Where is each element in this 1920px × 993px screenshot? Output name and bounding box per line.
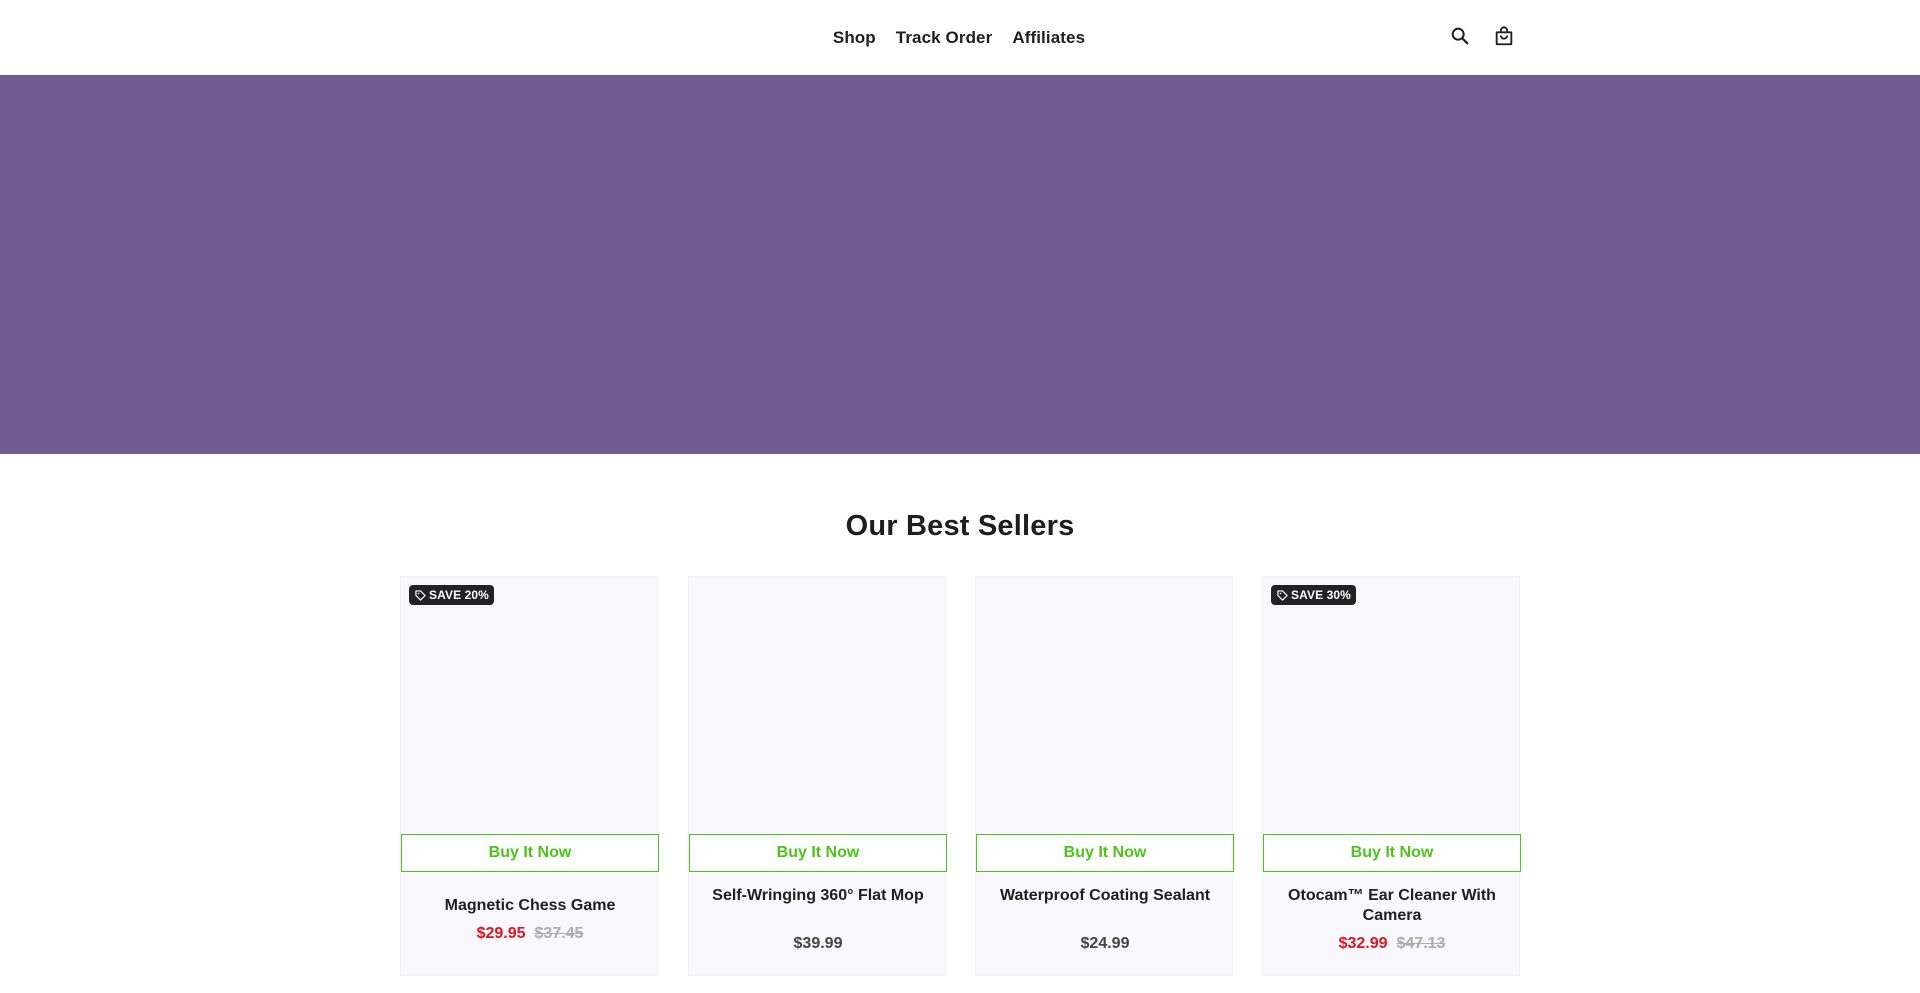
nav-track-order[interactable]: Track Order [896, 28, 993, 48]
product-title[interactable]: Magnetic Chess Game [411, 896, 649, 916]
product-price: $24.99 [976, 935, 1234, 953]
buy-it-now-button[interactable]: Buy It Now [976, 834, 1234, 872]
nav-shop[interactable]: Shop [833, 28, 876, 48]
product-title[interactable]: Waterproof Coating Sealant [986, 886, 1224, 906]
section-title: Our Best Sellers [845, 510, 1075, 542]
product-card[interactable]: SAVE 30% Buy It Now Otocam™ Ear Cleaner … [1262, 576, 1521, 976]
sale-badge: SAVE 20% [409, 585, 494, 605]
product-title[interactable]: Otocam™ Ear Cleaner With Camera [1273, 886, 1511, 926]
sale-price: $29.95 [476, 925, 526, 942]
tag-icon [415, 589, 426, 601]
hero-banner [0, 75, 1920, 454]
sale-badge-label: SAVE 30% [1291, 588, 1351, 602]
shopping-bag-icon[interactable] [1492, 24, 1516, 48]
product-price: $29.95 $37.45 [401, 925, 659, 943]
compare-price: $37.45 [534, 925, 584, 942]
sale-price: $32.99 [1338, 935, 1388, 952]
header-icons [1448, 24, 1516, 48]
product-title[interactable]: Self-Wringing 360° Flat Mop [699, 886, 937, 906]
site-header: Shop Track Order Affiliates [0, 0, 1920, 75]
product-grid: SAVE 20% Buy It Now Magnetic Chess Game … [400, 576, 1521, 976]
product-card[interactable]: Buy It Now Waterproof Coating Sealant $2… [975, 576, 1234, 976]
regular-price: $39.99 [793, 935, 843, 952]
regular-price: $24.99 [1080, 935, 1130, 952]
sale-badge-label: SAVE 20% [429, 588, 489, 602]
buy-it-now-button[interactable]: Buy It Now [401, 834, 659, 872]
compare-price: $47.13 [1396, 935, 1446, 952]
nav-affiliates[interactable]: Affiliates [1012, 28, 1085, 48]
buy-it-now-button[interactable]: Buy It Now [689, 834, 947, 872]
product-card[interactable]: SAVE 20% Buy It Now Magnetic Chess Game … [400, 576, 659, 976]
main-nav: Shop Track Order Affiliates [0, 0, 1920, 75]
tag-icon [1277, 589, 1288, 601]
product-price: $32.99 $47.13 [1263, 935, 1521, 953]
buy-it-now-button[interactable]: Buy It Now [1263, 834, 1521, 872]
sale-badge: SAVE 30% [1271, 585, 1356, 605]
product-price: $39.99 [689, 935, 947, 953]
search-icon[interactable] [1448, 24, 1472, 48]
product-card[interactable]: Buy It Now Self-Wringing 360° Flat Mop $… [688, 576, 947, 976]
